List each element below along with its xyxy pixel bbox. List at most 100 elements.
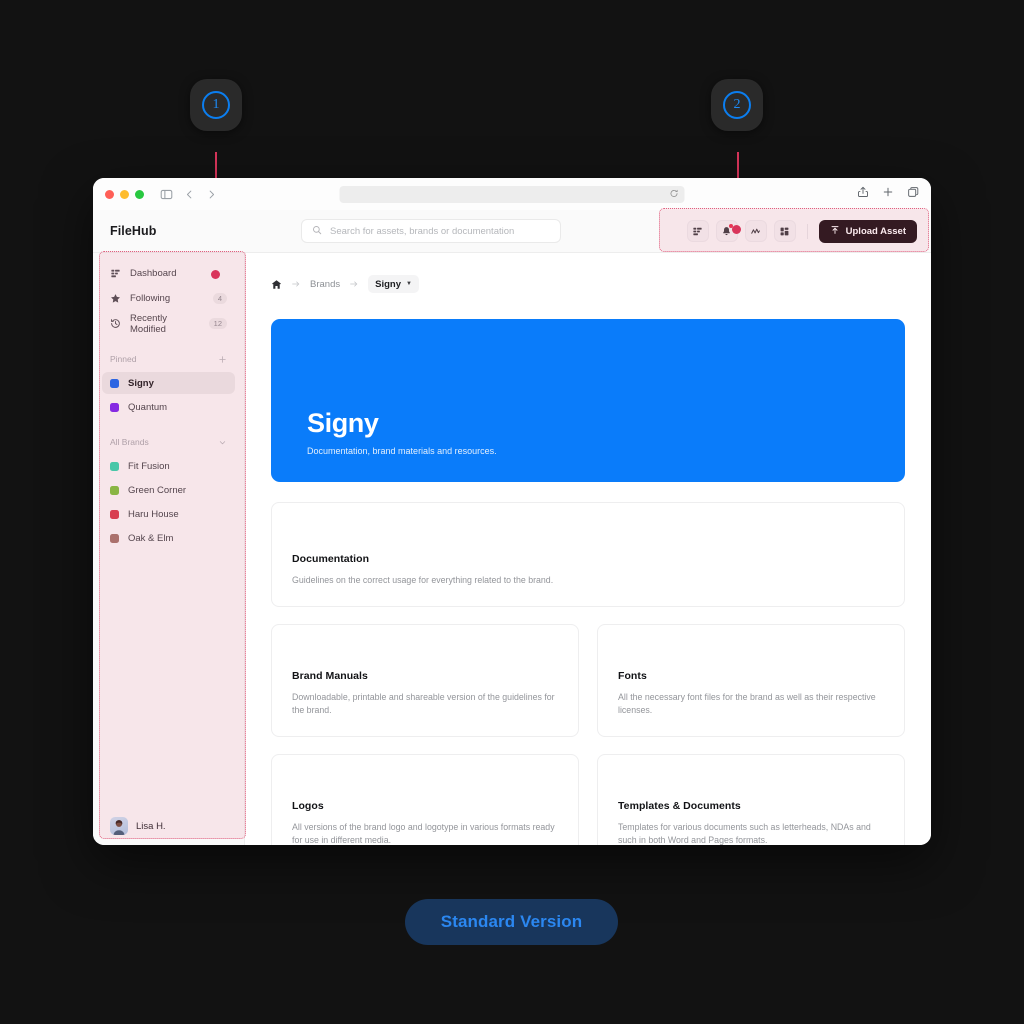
annotation-marker-2-number: 2 xyxy=(723,91,751,119)
sidebar-user-name: Lisa H. xyxy=(136,820,166,832)
card-description: Guidelines on the correct usage for ever… xyxy=(292,575,554,586)
arrow-right-icon xyxy=(349,279,359,289)
toolbar-divider xyxy=(806,223,808,239)
upload-asset-button[interactable]: Upload Asset xyxy=(818,219,917,243)
main-content: Brands Signy ▼ Signy Documentation, bran… xyxy=(245,253,931,845)
card-brand-manuals[interactable]: Brand Manuals Downloadable, printable an… xyxy=(271,624,579,737)
maximize-window-button[interactable] xyxy=(135,189,144,199)
sidebar-item-fit-fusion-label: Fit Fusion xyxy=(128,460,170,472)
history-clock-icon xyxy=(110,318,121,329)
card-title: Logos xyxy=(292,799,324,812)
app-logo-text: FileHub xyxy=(110,224,157,238)
sidebar-item-oak-and-elm-label: Oak & Elm xyxy=(128,532,174,544)
breadcrumb: Brands Signy ▼ xyxy=(271,275,905,293)
chevron-down-icon[interactable] xyxy=(218,438,227,447)
card-title: Brand Manuals xyxy=(292,669,368,682)
sidebar-item-oak-and-elm[interactable]: Oak & Elm xyxy=(102,527,235,549)
app-body: Dashboard Following 4 Recently Modified xyxy=(93,253,931,845)
sidebar-item-quantum[interactable]: Quantum xyxy=(102,396,235,418)
reload-icon[interactable] xyxy=(670,185,679,203)
card-documentation[interactable]: Documentation Guidelines on the correct … xyxy=(271,502,905,607)
recently-modified-count-badge: 12 xyxy=(208,318,227,329)
forward-chevron-right-icon[interactable] xyxy=(206,189,217,200)
sidebar-item-signy[interactable]: Signy xyxy=(102,372,235,394)
card-logos[interactable]: Logos All versions of the brand logo and… xyxy=(271,754,579,845)
all-brands-section-title: All Brands xyxy=(110,437,149,447)
dashboard-icon xyxy=(110,268,121,279)
card-templates-and-documents[interactable]: Templates & Documents Templates for vari… xyxy=(597,754,905,845)
app-header: FileHub Search for assets, brands or doc… xyxy=(93,210,931,253)
card-row-1: Brand Manuals Downloadable, printable an… xyxy=(271,624,905,737)
sidebar-item-haru-house[interactable]: Haru House xyxy=(102,503,235,525)
apps-icon[interactable] xyxy=(773,220,796,242)
sidebar-item-signy-label: Signy xyxy=(128,377,154,389)
following-count-badge: 4 xyxy=(212,293,227,304)
analytics-icon[interactable] xyxy=(744,220,767,242)
header-toolbar: Upload Asset xyxy=(686,219,917,243)
sidebar-user-profile[interactable]: Lisa H. xyxy=(102,810,235,845)
brand-color-swatch xyxy=(110,461,119,471)
sidebar: Dashboard Following 4 Recently Modified xyxy=(93,253,245,845)
breadcrumb-current-label: Signy xyxy=(375,278,401,290)
brand-color-swatch xyxy=(110,533,119,543)
sidebar-item-following-label: Following xyxy=(130,293,171,304)
sidebar-item-green-corner[interactable]: Green Corner xyxy=(102,479,235,501)
brand-color-swatch xyxy=(110,509,119,519)
breadcrumb-brands-link[interactable]: Brands xyxy=(310,279,340,290)
browser-window: FileHub Search for assets, brands or doc… xyxy=(93,178,931,845)
card-title: Templates & Documents xyxy=(618,799,741,812)
card-description: Templates for various documents such as … xyxy=(618,821,871,845)
upload-arrow-icon xyxy=(830,225,840,238)
brand-color-swatch xyxy=(110,402,119,412)
home-icon[interactable] xyxy=(271,279,282,290)
share-icon[interactable] xyxy=(857,185,869,203)
search-icon xyxy=(312,222,322,240)
annotation-marker-1: 1 xyxy=(190,79,242,131)
annotation-anchor-dot-1 xyxy=(211,270,220,279)
dashboard-grid-icon[interactable] xyxy=(686,220,709,242)
sidebar-item-fit-fusion[interactable]: Fit Fusion xyxy=(102,455,235,477)
user-avatar xyxy=(110,817,128,835)
new-tab-plus-icon[interactable] xyxy=(882,185,894,203)
sidebar-item-following[interactable]: Following 4 xyxy=(102,287,235,310)
card-title: Documentation xyxy=(292,553,370,566)
annotation-marker-2: 2 xyxy=(711,79,763,131)
card-description: All versions of the brand logo and logot… xyxy=(292,821,555,845)
brand-color-swatch xyxy=(110,485,119,495)
browser-url-bar[interactable] xyxy=(339,185,685,203)
card-description: All the necessary font files for the bra… xyxy=(618,691,876,716)
browser-titlebar xyxy=(93,178,931,210)
minimize-window-button[interactable] xyxy=(120,189,129,199)
brand-hero-banner: Signy Documentation, brand materials and… xyxy=(271,319,905,482)
annotation-anchor-dot-2 xyxy=(732,225,741,234)
sidebar-item-recently-modified[interactable]: Recently Modified 12 xyxy=(102,312,235,335)
card-title: Fonts xyxy=(618,669,647,682)
standard-version-button[interactable]: Standard Version xyxy=(405,899,618,945)
card-row-2: Logos All versions of the brand logo and… xyxy=(271,754,905,845)
sidebar-item-recently-modified-label: Recently Modified xyxy=(130,312,167,335)
search-input[interactable] xyxy=(330,225,550,237)
brand-color-swatch xyxy=(110,378,119,388)
all-brands-section-header[interactable]: All Brands xyxy=(102,434,235,450)
hero-subtitle: Documentation, brand materials and resou… xyxy=(307,446,497,456)
caret-down-icon: ▼ xyxy=(405,281,412,287)
sidebar-item-quantum-label: Quantum xyxy=(128,401,168,413)
back-chevron-left-icon[interactable] xyxy=(184,189,195,200)
window-traffic-lights xyxy=(105,189,144,199)
breadcrumb-current-dropdown[interactable]: Signy ▼ xyxy=(368,275,419,293)
pinned-section-header: Pinned xyxy=(102,351,235,367)
card-fonts[interactable]: Fonts All the necessary font files for t… xyxy=(597,624,905,737)
star-icon xyxy=(110,293,121,304)
close-window-button[interactable] xyxy=(105,189,114,199)
sidebar-toggle-icon[interactable] xyxy=(160,188,173,201)
sidebar-item-green-corner-label: Green Corner xyxy=(128,484,187,496)
add-pinned-plus-icon[interactable] xyxy=(218,355,227,364)
card-description: Downloadable, printable and shareable ve… xyxy=(292,691,555,716)
hero-title: Signy xyxy=(307,407,379,438)
annotation-marker-1-number: 1 xyxy=(202,91,230,119)
upload-asset-label: Upload Asset xyxy=(845,225,906,237)
tab-overview-icon[interactable] xyxy=(907,185,919,203)
global-search[interactable] xyxy=(301,219,561,243)
sidebar-item-haru-house-label: Haru House xyxy=(128,508,179,520)
